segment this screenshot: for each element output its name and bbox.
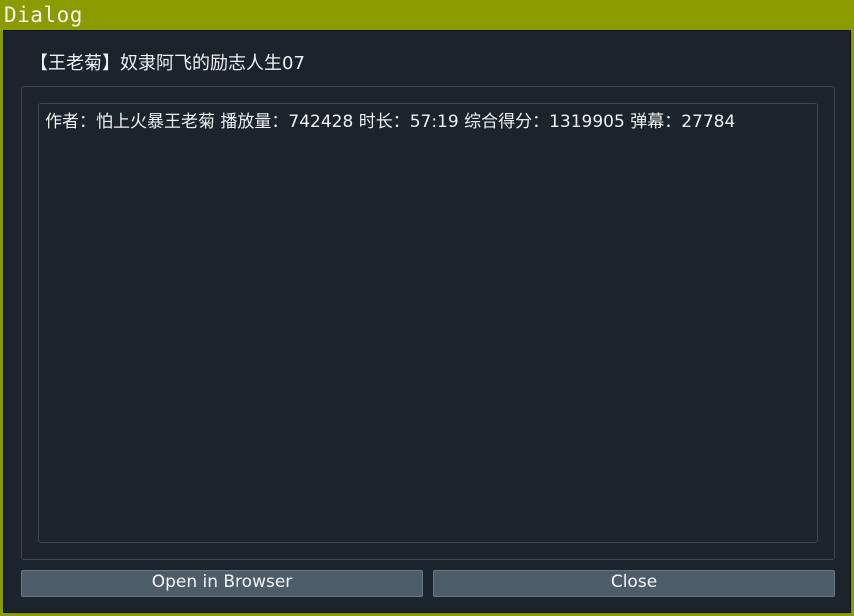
dialog-window: Dialog 【王老菊】奴隶阿飞的励志人生07 作者：怕上火暴王老菊 播放量：7… (0, 0, 854, 616)
open-in-browser-button[interactable]: Open in Browser (21, 570, 423, 597)
video-info-textbox[interactable]: 作者：怕上火暴王老菊 播放量：742428 时长：57:19 综合得分：1319… (38, 103, 818, 543)
video-title-label: 【王老菊】奴隶阿飞的励志人生07 (30, 53, 305, 74)
dialog-body: 【王老菊】奴隶阿飞的励志人生07 作者：怕上火暴王老菊 播放量：742428 时… (3, 30, 851, 613)
title-bar[interactable]: Dialog (0, 0, 854, 30)
window-title: Dialog (4, 3, 83, 27)
close-button[interactable]: Close (433, 570, 835, 597)
